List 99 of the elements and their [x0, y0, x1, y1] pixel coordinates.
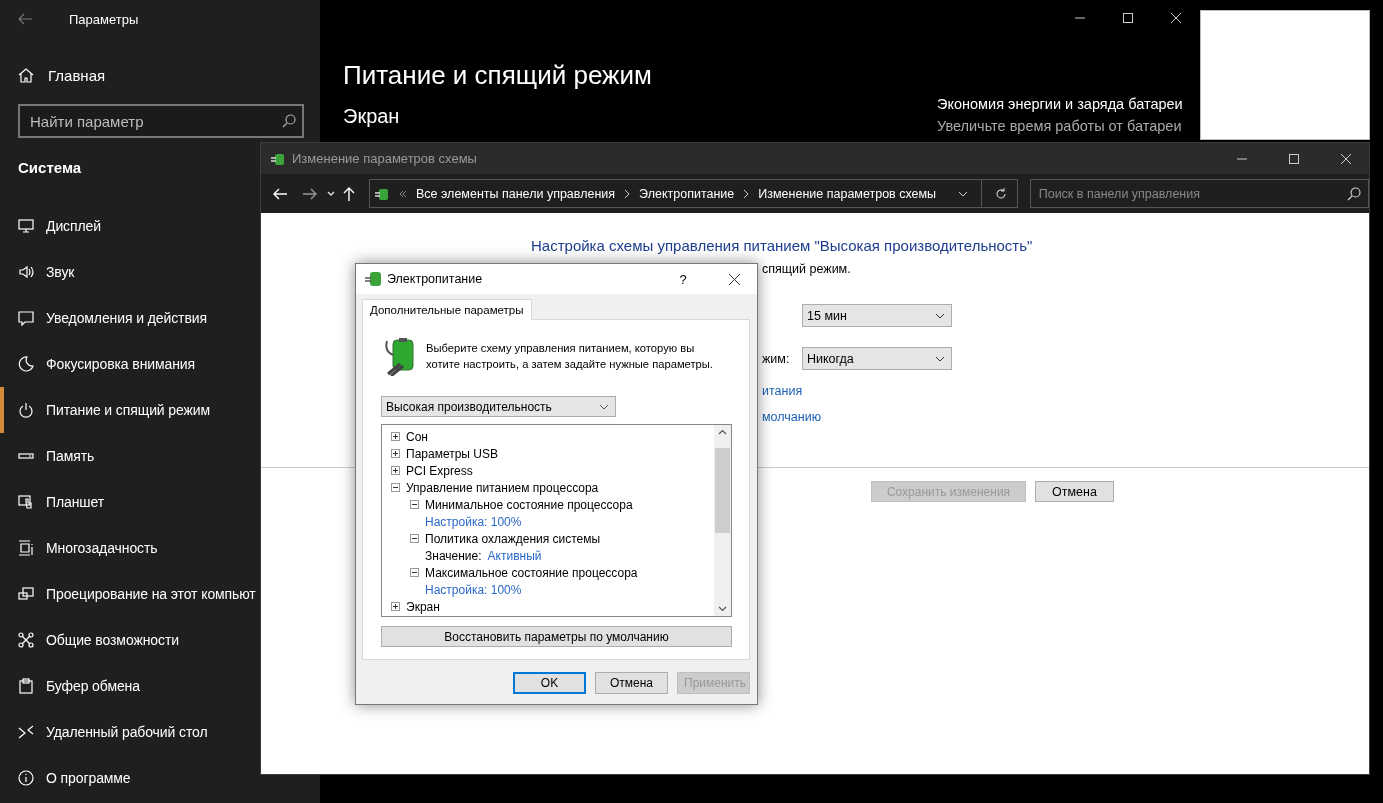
tree-label: Значение:: [425, 548, 482, 563]
tree-item[interactable]: Параметры USB: [406, 446, 498, 461]
restore-defaults-button[interactable]: Восстановить параметры по умолчанию: [381, 626, 732, 647]
link[interactable]: итания: [762, 384, 803, 398]
sidebar-item[interactable]: Дисплей: [0, 203, 101, 249]
sidebar-item[interactable]: Проецирование на этот компьют: [0, 571, 256, 617]
section-heading: Экран: [343, 105, 400, 128]
tree-item[interactable]: PCI Express: [406, 463, 473, 478]
monitor-icon: [18, 218, 34, 234]
tree-item[interactable]: Политика охлаждения системы: [425, 531, 601, 546]
sidebar-item[interactable]: Удаленный рабочий стол: [0, 709, 208, 755]
button[interactable]: OK: [513, 672, 586, 694]
scroll-up-icon[interactable]: [718, 429, 727, 435]
sidebar-item[interactable]: Планшет: [0, 479, 104, 525]
home-link[interactable]: Главная: [18, 57, 106, 93]
expand-icon[interactable]: [391, 602, 400, 611]
dropdown-icon: [935, 355, 945, 362]
sidebar-item[interactable]: Память: [0, 433, 95, 479]
scrollbar-thumb[interactable]: [715, 448, 730, 533]
power-icon: [18, 402, 34, 418]
collapse-icon[interactable]: [410, 500, 419, 509]
sidebar-item[interactable]: О программе: [0, 755, 131, 801]
info-icon: [18, 770, 34, 786]
chevron-icon: [624, 189, 631, 198]
search-icon: [282, 114, 296, 128]
tree-value[interactable]: Настройка: 100%: [425, 514, 522, 529]
expand-icon[interactable]: [391, 432, 400, 441]
close-icon: [728, 273, 740, 285]
maximize-icon: [1289, 153, 1299, 164]
sidebar-item[interactable]: Общие возможности: [0, 617, 179, 663]
power-options-icon: [364, 271, 382, 287]
close-icon: [1341, 153, 1351, 164]
refresh-icon[interactable]: [994, 187, 1007, 200]
expand-icon[interactable]: [391, 449, 400, 458]
tree-item[interactable]: Минимальное состояние процессора: [425, 497, 633, 512]
clipboard-icon: [18, 678, 34, 694]
button[interactable]: Отмена: [1035, 481, 1114, 502]
projector-icon: [18, 586, 34, 602]
search-field[interactable]: Поиск в панели управления: [1029, 179, 1369, 208]
tablet-icon: [18, 494, 34, 510]
battery-plug-icon: [384, 338, 416, 376]
tree-value[interactable]: Настройка: 100%: [425, 582, 522, 597]
speaker-icon: [18, 264, 34, 280]
breadcrumb-item[interactable]: Электропитание: [639, 186, 735, 201]
sidebar-item[interactable]: Многозадачность: [0, 525, 158, 571]
instruction-text: Выберите схему управления питанием, которую вы хотите настроить, а затем задайте нужные параметры.: [426, 341, 714, 372]
tree-item[interactable]: Управление питанием процессора: [406, 480, 599, 495]
description-text: спящий режим.: [762, 262, 851, 276]
help-button[interactable]: ?: [660, 264, 706, 294]
double-chevron-icon: [399, 189, 407, 198]
sidebar-item[interactable]: Питание и спящий режим: [0, 387, 211, 433]
accessibility-icon: [18, 632, 34, 648]
dropdown[interactable]: Высокая производительность: [381, 396, 616, 417]
tree-item[interactable]: Экран: [406, 599, 440, 614]
address-bar[interactable]: Все элементы панели управления Электропитание Изменение параметров схемы: [369, 179, 1018, 208]
window-title: Изменение параметров схемы: [292, 151, 477, 166]
sidebar-item[interactable]: Фокусировка внимания: [0, 341, 196, 387]
chevron-icon: [743, 189, 750, 198]
dropdown-icon: [957, 190, 968, 197]
expand-icon[interactable]: [391, 466, 400, 475]
section-heading: Система: [18, 158, 82, 178]
breadcrumb-item[interactable]: Изменение параметров схемы: [758, 186, 937, 201]
breadcrumb-item[interactable]: Все элементы панели управления: [416, 186, 616, 201]
maximize-icon: [1123, 13, 1133, 23]
button[interactable]: Отмена: [595, 672, 668, 694]
scroll-down-icon[interactable]: [718, 606, 727, 612]
speech-bubble-icon: [18, 310, 34, 326]
dialog-title: Электропитание: [387, 272, 483, 286]
search-icon: [1347, 187, 1361, 201]
tree-item[interactable]: Сон: [406, 429, 428, 444]
tree-value[interactable]: Активный: [487, 548, 542, 563]
setting-label: жим:: [762, 351, 791, 366]
dropdown-icon: [935, 312, 945, 319]
forward-arrow-icon[interactable]: [303, 187, 317, 200]
remote-desktop-icon: [18, 724, 34, 740]
tab[interactable]: Дополнительные параметры: [362, 299, 532, 320]
dropdown[interactable]: Никогда: [802, 347, 952, 370]
dropdown-icon[interactable]: [327, 190, 335, 197]
related-text: Увеличьте время работы от батареи: [937, 118, 1182, 134]
dropdown-icon: [599, 403, 609, 410]
moon-icon: [18, 356, 34, 372]
collapse-icon[interactable]: [391, 483, 400, 492]
up-arrow-icon[interactable]: [343, 186, 355, 201]
tree-item[interactable]: Максимальное состояние процессора: [425, 565, 638, 580]
close-icon: [1171, 13, 1181, 23]
collapse-icon[interactable]: [410, 534, 419, 543]
dropdown[interactable]: 15 мин: [802, 304, 952, 327]
window-title: Параметры: [69, 11, 139, 27]
search-field[interactable]: Найти параметр: [18, 104, 304, 138]
collapse-icon[interactable]: [410, 568, 419, 577]
page-heading: Настройка схемы управления питанием "Высокая производительность": [531, 237, 1033, 254]
sidebar-item[interactable]: Буфер обмена: [0, 663, 140, 709]
link[interactable]: молчанию: [762, 410, 821, 424]
sidebar-item[interactable]: Уведомления и действия: [0, 295, 207, 341]
related-heading: Экономия энергии и заряда батареи: [937, 96, 1183, 112]
sidebar-item[interactable]: Звук: [0, 249, 75, 295]
page-title: Питание и спящий режим: [343, 59, 652, 92]
home-icon: [18, 67, 34, 83]
multitask-icon: [18, 540, 34, 556]
